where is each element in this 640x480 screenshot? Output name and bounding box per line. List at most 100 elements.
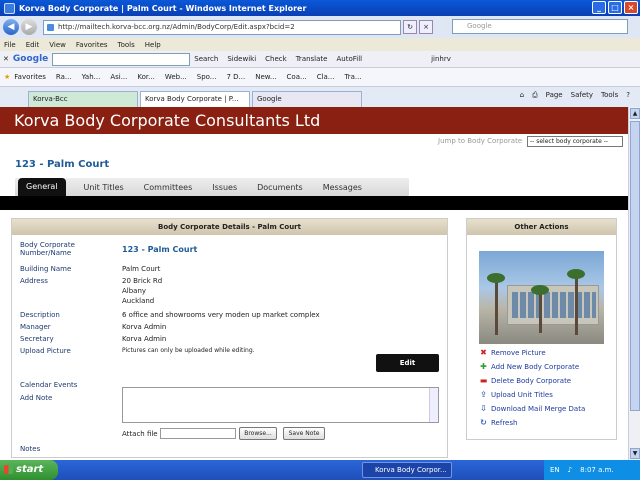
download-mail-merge-link[interactable]: ⇩ Download Mail Merge Data — [479, 404, 585, 413]
page-scrollbar[interactable]: ▲ ▼ — [628, 107, 640, 460]
favorites-star-icon[interactable]: ★ — [4, 73, 10, 81]
fav-item[interactable]: Yah... — [82, 73, 101, 81]
note-textarea[interactable] — [122, 387, 439, 423]
remove-icon: ✖ — [480, 348, 487, 357]
google-toolbar: ✕ Google Search Sidewiki Check Translate… — [0, 51, 640, 68]
stop-icon[interactable]: × — [419, 20, 433, 34]
textarea-scrollbar[interactable] — [429, 388, 438, 422]
sidewiki-button[interactable]: Sidewiki — [227, 55, 256, 63]
fav-item[interactable]: Asi... — [110, 73, 127, 81]
window-title: Korva Body Corporate | Palm Court - Wind… — [19, 3, 307, 13]
forward-button[interactable]: ▶ — [21, 19, 37, 35]
attach-label: Attach file — [122, 430, 158, 438]
field-value: Pictures can only be uploaded while edit… — [122, 347, 255, 354]
scroll-up-icon[interactable]: ▲ — [630, 108, 640, 119]
field-value: 20 Brick Rd — [122, 277, 163, 285]
tab-committees[interactable]: Committees — [144, 183, 193, 192]
fav-item[interactable]: Cla... — [317, 73, 335, 81]
other-actions-panel: Other Actions ✖ Remove Picture ✚ Add New… — [466, 218, 617, 440]
refresh-link[interactable]: ↻ Refresh — [479, 418, 517, 427]
back-button[interactable]: ◀ — [3, 19, 19, 35]
edit-button[interactable]: Edit — [376, 354, 439, 372]
browse-button[interactable]: Browse... — [239, 427, 277, 440]
action-label: Upload Unit Titles — [491, 390, 553, 399]
account-button[interactable]: jinhrv — [431, 55, 451, 63]
jump-select[interactable]: -- select body corporate -- — [527, 136, 623, 147]
field-label: Secretary — [20, 335, 54, 343]
taskbar: start Korva Body Corpor... EN ♪ 8:07 a.m… — [0, 460, 640, 480]
menu-tools[interactable]: Tools — [118, 41, 135, 49]
download-icon: ⇩ — [480, 404, 487, 413]
menu-edit[interactable]: Edit — [26, 41, 40, 49]
action-label: Delete Body Corporate — [491, 376, 572, 385]
home-icon[interactable]: ⌂ — [520, 91, 524, 100]
fav-item[interactable]: 7 D... — [226, 73, 245, 81]
address-bar[interactable]: http://mailtech.korva-bcc.org.nz/Admin/B… — [43, 19, 401, 35]
minimize-button[interactable]: _ — [592, 1, 606, 14]
tab-general[interactable]: General — [18, 178, 66, 196]
print-icon[interactable]: ⎙ — [532, 91, 538, 100]
google-search-button[interactable]: Search — [194, 55, 218, 63]
field-label: Upload Picture — [20, 347, 71, 355]
add-body-corporate-link[interactable]: ✚ Add New Body Corporate — [479, 362, 579, 371]
scroll-thumb[interactable] — [630, 121, 640, 411]
google-search-input[interactable] — [52, 52, 191, 66]
search-box[interactable]: Google — [452, 19, 628, 34]
nav-underline — [0, 196, 628, 210]
system-tray: EN ♪ 8:07 a.m. — [544, 460, 640, 480]
field-value: Palm Court — [122, 265, 161, 273]
tab-korva-bcc[interactable]: Korva-Bcc — [28, 91, 138, 107]
site-banner: Korva Body Corporate Consultants Ltd — [0, 107, 628, 134]
menu-file[interactable]: File — [4, 41, 16, 49]
close-toolbar-icon[interactable]: ✕ — [3, 55, 9, 63]
field-label: Description — [20, 311, 60, 319]
field-label: Body Corporate Number/Name — [20, 241, 75, 257]
tab-messages[interactable]: Messages — [323, 183, 362, 192]
help-icon[interactable]: ? — [626, 91, 630, 100]
window-titlebar: Korva Body Corporate | Palm Court - Wind… — [0, 0, 640, 16]
scroll-down-icon[interactable]: ▼ — [630, 448, 640, 459]
attach-file-input[interactable] — [160, 428, 236, 439]
check-button[interactable]: Check — [265, 55, 287, 63]
fav-item[interactable]: Kor... — [137, 73, 154, 81]
favorites-button[interactable]: Favorites — [14, 73, 46, 81]
tab-palm-court[interactable]: Korva Body Corporate | P... — [140, 91, 250, 107]
page-content: Korva Body Corporate Consultants Ltd Jum… — [0, 107, 628, 460]
maximize-button[interactable]: □ — [608, 1, 622, 14]
fav-item[interactable]: Tra... — [345, 73, 362, 81]
fav-item[interactable]: Web... — [165, 73, 187, 81]
tab-unit-titles[interactable]: Unit Titles — [84, 183, 124, 192]
clock: 8:07 a.m. — [580, 466, 614, 474]
upload-unit-titles-link[interactable]: ⇪ Upload Unit Titles — [479, 390, 553, 399]
google-logo: Google — [12, 54, 49, 64]
field-value: Auckland — [122, 297, 155, 305]
tab-google[interactable]: Google — [252, 91, 362, 107]
menu-help[interactable]: Help — [145, 41, 161, 49]
save-note-button[interactable]: Save Note — [283, 427, 325, 440]
upload-icon: ⇪ — [480, 390, 487, 399]
tab-issues[interactable]: Issues — [212, 183, 237, 192]
remove-picture-link[interactable]: ✖ Remove Picture — [479, 348, 546, 357]
menu-favorites[interactable]: Favorites — [76, 41, 108, 49]
speaker-icon[interactable]: ♪ — [568, 466, 572, 474]
fav-item[interactable]: Ra... — [56, 73, 72, 81]
fav-item[interactable]: New... — [255, 73, 276, 81]
start-button[interactable]: start — [0, 460, 58, 480]
fav-item[interactable]: Coa... — [287, 73, 307, 81]
refresh-icon[interactable]: ↻ — [403, 20, 417, 34]
action-label: Add New Body Corporate — [491, 362, 580, 371]
translate-button[interactable]: Translate — [296, 55, 328, 63]
tools-menu[interactable]: Tools — [601, 91, 618, 100]
close-button[interactable]: × — [624, 1, 638, 14]
menu-view[interactable]: View — [49, 41, 66, 49]
language-indicator[interactable]: EN — [550, 466, 560, 474]
fav-item[interactable]: Spo... — [197, 73, 217, 81]
building-photo — [479, 251, 604, 344]
add-note-label: Add Note — [20, 394, 53, 402]
delete-body-corporate-link[interactable]: ▬ Delete Body Corporate — [479, 376, 571, 385]
safety-menu[interactable]: Safety — [571, 91, 593, 100]
taskbar-ie-item[interactable]: Korva Body Corpor... — [362, 462, 452, 478]
autofill-button[interactable]: AutoFill — [336, 55, 362, 63]
tab-documents[interactable]: Documents — [257, 183, 303, 192]
page-menu[interactable]: Page — [546, 91, 563, 100]
